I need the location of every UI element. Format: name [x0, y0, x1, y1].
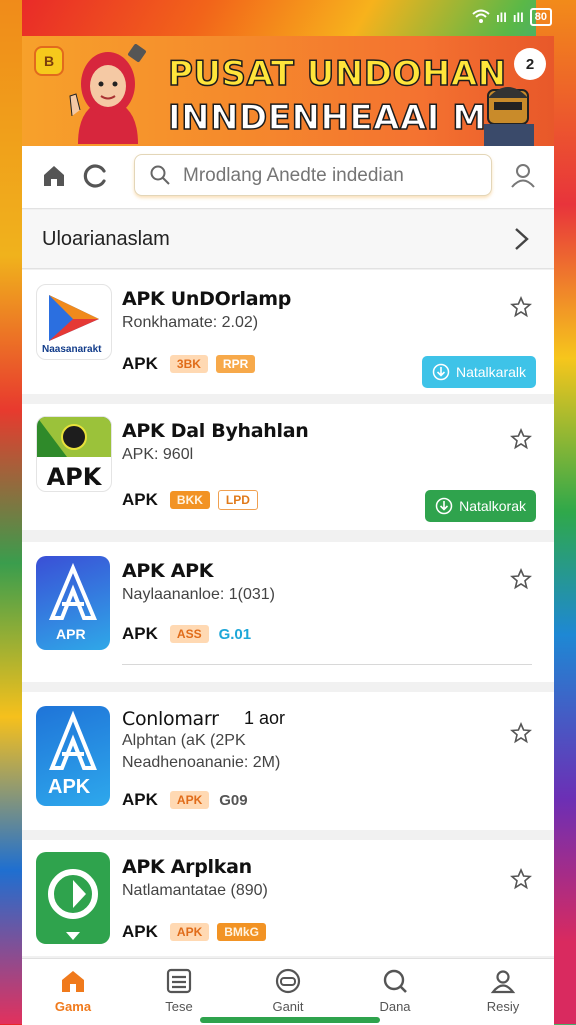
app-subtitle-3: Naylaananloe: 1(031) — [122, 586, 275, 603]
app-pill-4a: APK — [169, 791, 210, 809]
app-meta-3: APK ASS G.01 — [122, 624, 253, 644]
app-subtitle-5: Natlamantatae (890) — [122, 882, 268, 899]
banner-badge-right[interactable]: 2 — [514, 48, 546, 80]
nav-item-home[interactable]: Gama — [38, 967, 108, 1014]
search-field[interactable] — [134, 154, 492, 196]
battery-icon: 80 — [529, 8, 552, 26]
wifi-icon — [472, 9, 490, 26]
app-icon-5 — [36, 852, 110, 944]
profile-icon — [490, 970, 516, 994]
app-meta-1: APK 3BK RPR — [122, 354, 256, 374]
category-row[interactable]: Uloarianaslam — [22, 210, 554, 269]
nav-label-profile: Resiy — [486, 999, 520, 1014]
app-pill-1a: 3BK — [169, 355, 208, 373]
nav-label-games: Ganit — [272, 999, 304, 1014]
list-icon — [166, 968, 192, 994]
app-pill-2a: BKK — [169, 491, 210, 509]
robot-illustration — [484, 87, 534, 146]
app-card-1[interactable]: Naasanarakt APK UnDOrlamp Ronkhamate: 2.… — [22, 270, 554, 394]
search-input[interactable] — [181, 161, 485, 191]
divider — [122, 664, 532, 665]
app-title-2: APK Dal Byhahlan — [122, 420, 309, 442]
svg-text:APK: APK — [47, 463, 103, 491]
home-icon — [62, 971, 84, 992]
bottom-navigation: Gama Tese Ganit Dana Resiy — [22, 958, 554, 1025]
refresh-icon[interactable] — [82, 162, 110, 190]
app-pill-3b: G.01 — [218, 625, 252, 643]
app-title-3: APK APK — [122, 560, 214, 582]
star-icon[interactable] — [510, 568, 532, 590]
search-toolbar — [22, 146, 554, 209]
app-title-4: Conlomarr — [122, 708, 219, 730]
nav-item-games[interactable]: Ganit — [253, 967, 323, 1014]
banner-title-line1: PUSAT UNDOHAN — [167, 53, 507, 95]
status-bar: ıll ıll 80 — [472, 6, 552, 28]
app-card-4[interactable]: APK Conlomarr 1 aor Alphtan (aK (2PK Nea… — [22, 692, 554, 830]
app-icon-2: APK — [36, 416, 112, 492]
nav-item-list[interactable]: Tese — [144, 967, 214, 1014]
rainbow-background-left — [0, 0, 22, 1024]
app-subtitle-2: APK: 960l — [122, 446, 194, 463]
star-icon[interactable] — [510, 868, 532, 890]
download-button-1[interactable]: Natalkaralk — [421, 356, 536, 388]
promo-banner[interactable]: B PUSAT UNDOHAN INNDENHEAAI M 2 — [22, 36, 554, 146]
app-tag-4: APK — [122, 790, 158, 809]
search-icon — [150, 165, 170, 185]
app-meta-2: APK BKK LPD — [122, 490, 258, 510]
app-card-5[interactable]: APK Arplkan Natlamantatae (890) APK APK … — [22, 840, 554, 956]
signal-icon: ıll — [496, 9, 507, 25]
app-icon-caption-4: APK — [48, 776, 91, 798]
app-subtitle-4: Alphtan (aK (2PK — [122, 732, 246, 749]
hijab-girl-illustration — [69, 44, 146, 144]
nav-item-profile[interactable]: Resiy — [468, 967, 538, 1014]
star-icon[interactable] — [510, 296, 532, 318]
app-meta-4: APK APK G09 — [122, 790, 250, 810]
user-icon[interactable] — [508, 160, 538, 190]
app-meta-5: APK APK BMkG — [122, 922, 266, 942]
banner-title-line2: INNDENHEAAI M — [167, 97, 487, 139]
download-icon — [432, 363, 450, 381]
app-title-4-suffix: 1 aor — [244, 708, 286, 728]
app-card-2[interactable]: APK APK Dal Byhahlan APK: 960l APK BKK L… — [22, 404, 554, 530]
nav-label-search: Dana — [379, 999, 411, 1014]
nav-item-search[interactable]: Dana — [360, 967, 430, 1014]
app-title-5: APK Arplkan — [122, 856, 252, 878]
chevron-right-icon — [515, 228, 529, 250]
download-button-label-2: Natalkorak — [459, 498, 526, 514]
download-button-label-1: Natalkaralk — [455, 364, 526, 380]
app-icon-caption-1: Naasanarakt — [42, 344, 102, 355]
home-indicator — [200, 1017, 380, 1023]
app-title-1: APK UnDOrlamp — [122, 288, 292, 310]
category-label: Uloarianaslam — [42, 228, 170, 250]
app-pill-5b: BMkG — [217, 923, 266, 941]
app-pill-4b: G09 — [219, 791, 248, 809]
star-icon[interactable] — [510, 722, 532, 744]
nav-label-home: Gama — [54, 999, 92, 1014]
app-panel: Uloarianaslam Naasanarakt APK UnDOrlamp … — [22, 146, 554, 1025]
banner-badge: B — [34, 46, 64, 76]
search-icon — [383, 969, 407, 993]
star-icon[interactable] — [510, 428, 532, 450]
app-tag-1: APK — [122, 354, 158, 373]
app-tag-5: APK — [122, 922, 158, 941]
app-icon-caption-3: APR — [56, 626, 86, 642]
app-pill-5a: APK — [169, 923, 210, 941]
app-tag-3: APK — [122, 624, 158, 643]
signal-icon-2: ıll — [512, 9, 524, 25]
app-tag-2: APK — [122, 490, 158, 509]
download-icon — [435, 497, 453, 515]
app-pill-3a: ASS — [169, 625, 209, 643]
home-icon[interactable] — [40, 162, 68, 190]
app-subtitle-4b: Neadhenoananie: 2M) — [122, 754, 281, 771]
app-card-3[interactable]: APR APK APK Naylaananloe: 1(031) APK ASS… — [22, 542, 554, 682]
app-pill-2b: LPD — [217, 490, 258, 510]
gamepad-icon — [275, 968, 301, 994]
app-pill-1b: RPR — [215, 355, 256, 373]
download-button-2[interactable]: Natalkorak — [425, 490, 536, 522]
app-subtitle-1: Ronkhamate: 2.02) — [122, 314, 259, 331]
nav-label-list: Tese — [165, 999, 193, 1014]
